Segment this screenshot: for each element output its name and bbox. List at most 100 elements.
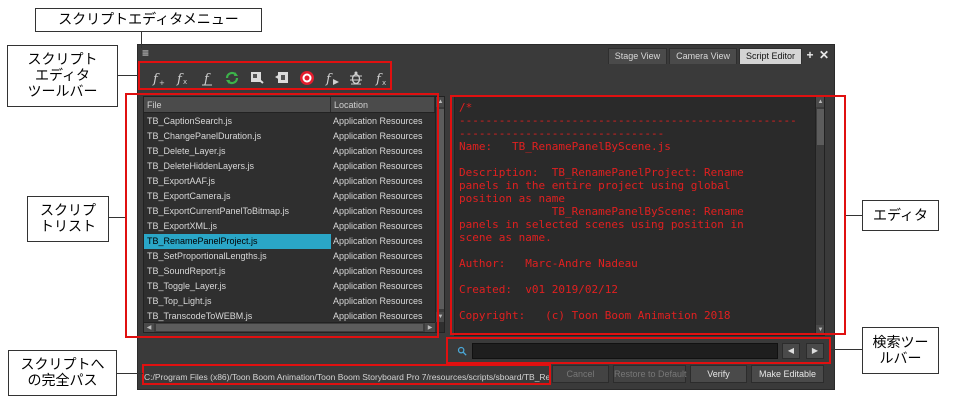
script-location: Application Resources <box>333 266 423 276</box>
script-location: Application Resources <box>333 191 423 201</box>
script-location: Application Resources <box>333 281 423 291</box>
script-location: Application Resources <box>333 206 423 216</box>
leader-list <box>109 217 125 218</box>
script-list-horizontal-scrollbar[interactable]: ◀ ▶ <box>144 322 435 332</box>
script-list-row[interactable]: TB_ExportCurrentPanelToBitmap.js Applicat… <box>144 204 435 219</box>
search-icon[interactable] <box>454 343 470 359</box>
leader-menu <box>141 32 142 48</box>
run-icon[interactable] <box>245 68 269 88</box>
svg-text:+: + <box>159 79 165 86</box>
svg-text:f: f <box>325 72 333 86</box>
help-icon[interactable]: fx <box>369 68 393 88</box>
svg-text:x: x <box>183 78 187 86</box>
script-file-name: TB_SoundReport.js <box>147 266 226 276</box>
script-list: File Location TB_CaptionSearch.js Applica… <box>143 96 445 333</box>
callout-search-toolbar: 検索ツー ルバー <box>862 327 939 374</box>
callout-script-editor-toolbar: スクリプト エディタ ツールバー <box>7 45 118 107</box>
script-location: Application Resources <box>333 221 423 231</box>
script-list-row[interactable]: TB_ExportCamera.js Application Resources <box>144 189 435 204</box>
script-full-path: C:/Program Files (x86)/Toon Boom Animati… <box>144 372 550 382</box>
script-list-row[interactable]: TB_ExportAAF.js Application Resources <box>144 174 435 189</box>
script-file-name: TB_ExportAAF.js <box>147 176 216 186</box>
view-tabs: Stage View Camera View Script Editor + ✕ <box>606 48 830 64</box>
rename-script-icon[interactable]: f <box>196 68 220 88</box>
leader-search <box>831 349 862 350</box>
script-location: Application Resources <box>333 176 423 186</box>
search-input[interactable] <box>472 343 778 359</box>
script-code[interactable]: /* -------------------------------------… <box>459 101 813 322</box>
leader-path <box>117 373 143 374</box>
script-list-vertical-scrollbar[interactable]: ▲ ▼ <box>435 97 444 322</box>
scrollbar-thumb[interactable] <box>156 324 423 331</box>
add-view-icon[interactable]: + <box>804 48 816 64</box>
scroll-down-arrow-icon[interactable]: ▼ <box>816 325 824 335</box>
script-location: Application Resources <box>333 161 423 171</box>
script-file-name: TB_ExportXML.js <box>147 221 218 231</box>
column-location[interactable]: Location <box>331 97 435 112</box>
script-location: Application Resources <box>333 116 423 126</box>
tab-stage-view[interactable]: Stage View <box>607 48 668 64</box>
scroll-down-arrow-icon[interactable]: ▼ <box>436 312 444 322</box>
script-file-name: TB_DeleteHiddenLayers.js <box>147 161 255 171</box>
leader-toolbar <box>118 75 138 76</box>
set-target-icon[interactable] <box>270 68 294 88</box>
editor-vertical-scrollbar[interactable]: ▲ ▼ <box>815 97 824 335</box>
search-previous-button[interactable]: ◀ <box>782 343 800 359</box>
import-script-icon[interactable]: fx <box>171 68 195 88</box>
script-file-name: TB_Top_Light.js <box>147 296 212 306</box>
verify-button[interactable]: Verify <box>690 365 747 383</box>
column-file[interactable]: File <box>144 97 331 112</box>
script-list-row[interactable]: TB_Delete_Layer.js Application Resources <box>144 144 435 159</box>
script-file-name: TB_CaptionSearch.js <box>147 116 233 126</box>
menu-icon[interactable]: ≡ <box>142 47 152 59</box>
make-editable-button[interactable]: Make Editable <box>751 365 824 383</box>
script-list-row[interactable]: TB_DeleteHiddenLayers.js Application Reso… <box>144 159 435 174</box>
svg-text:x: x <box>382 79 386 86</box>
script-list-row[interactable]: TB_SoundReport.js Application Resources <box>144 264 435 279</box>
script-list-row[interactable]: TB_ChangePanelDuration.js Application Res… <box>144 129 435 144</box>
script-file-name: TB_ExportCamera.js <box>147 191 231 201</box>
scroll-up-arrow-icon[interactable]: ▲ <box>816 97 824 107</box>
search-next-button[interactable]: ▶ <box>806 343 824 359</box>
callout-script-list: スクリプ トリスト <box>27 196 109 242</box>
script-list-row[interactable]: TB_Top_Light.js Application Resources <box>144 294 435 309</box>
script-list-row[interactable]: TB_ExportXML.js Application Resources <box>144 219 435 234</box>
stop-icon[interactable] <box>295 68 319 88</box>
script-list-row[interactable]: TB_CaptionSearch.js Application Resources <box>144 114 435 129</box>
debug-icon[interactable]: f <box>320 68 344 88</box>
script-list-row[interactable]: TB_RenamePanelProject.js Application Reso… <box>144 234 435 249</box>
search-toolbar: ◀ ▶ <box>454 343 827 359</box>
new-script-icon[interactable]: f + <box>146 68 170 88</box>
script-list-header: File Location <box>144 97 435 113</box>
refresh-icon[interactable] <box>220 68 244 88</box>
script-location: Application Resources <box>333 251 423 261</box>
script-list-row[interactable]: TB_SetProportionalLengths.js Application … <box>144 249 435 264</box>
script-list-rows: TB_CaptionSearch.js Application Resources… <box>144 114 435 324</box>
scroll-right-arrow-icon[interactable]: ▶ <box>425 323 435 332</box>
script-file-name: TB_ExportCurrentPanelToBitmap.js <box>147 206 290 216</box>
script-editor-panel: ≡ Stage View Camera View Script Editor +… <box>137 44 835 390</box>
cancel-button[interactable]: Cancel <box>552 365 609 383</box>
script-location: Application Resources <box>333 296 423 306</box>
callout-script-editor-menu: スクリプトエディタメニュー <box>35 8 262 32</box>
scroll-left-arrow-icon[interactable]: ◀ <box>144 323 154 332</box>
close-view-icon[interactable]: ✕ <box>818 48 830 64</box>
scrollbar-thumb[interactable] <box>437 109 444 309</box>
tab-script-editor[interactable]: Script Editor <box>738 48 802 64</box>
debugger-icon[interactable] <box>344 68 368 88</box>
tab-camera-view[interactable]: Camera View <box>669 48 737 64</box>
leader-editor <box>846 215 862 216</box>
svg-text:f: f <box>203 72 211 86</box>
script-file-name: TB_Toggle_Layer.js <box>147 281 227 291</box>
script-location: Application Resources <box>333 236 423 246</box>
scroll-up-arrow-icon[interactable]: ▲ <box>436 97 444 107</box>
scrollbar-thumb[interactable] <box>817 109 824 145</box>
script-list-row[interactable]: TB_Toggle_Layer.js Application Resources <box>144 279 435 294</box>
script-location: Application Resources <box>333 146 423 156</box>
script-file-name: TB_RenamePanelProject.js <box>144 234 331 249</box>
script-file-name: TB_SetProportionalLengths.js <box>147 251 267 261</box>
script-editor-area[interactable]: /* -------------------------------------… <box>454 96 825 336</box>
script-file-name: TB_Delete_Layer.js <box>147 146 226 156</box>
restore-to-default-button[interactable]: Restore to Default <box>613 365 687 383</box>
script-editor-toolbar: f + fx f f fx <box>146 67 394 89</box>
